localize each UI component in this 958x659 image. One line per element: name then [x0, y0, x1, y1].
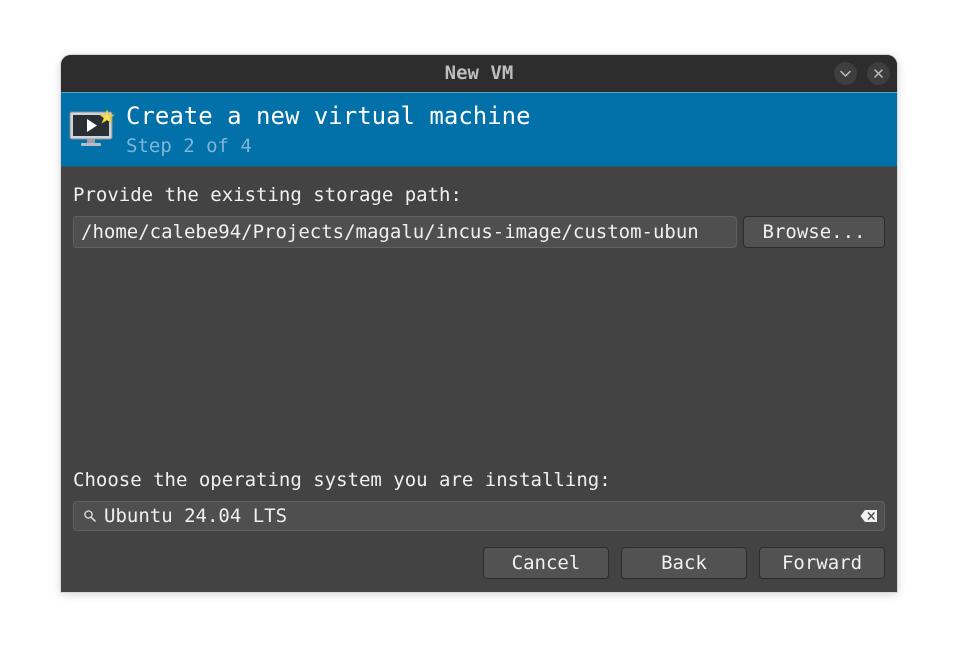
browse-button[interactable]: Browse... [743, 216, 885, 248]
cancel-button[interactable]: Cancel [483, 547, 609, 579]
back-button[interactable]: Back [621, 547, 747, 579]
forward-button[interactable]: Forward [759, 547, 885, 579]
window-title: New VM [444, 62, 514, 84]
minimize-button[interactable] [834, 62, 857, 85]
os-search-field[interactable] [73, 501, 885, 531]
wizard-header-banner: Create a new virtual machine Step 2 of 4 [61, 92, 897, 167]
os-search-input[interactable] [104, 502, 844, 530]
search-icon [84, 510, 96, 522]
wizard-title: Create a new virtual machine [126, 102, 531, 130]
close-icon [874, 69, 883, 78]
os-label: Choose the operating system you are inst… [73, 469, 611, 491]
title-bar[interactable]: New VM [61, 55, 897, 92]
storage-path-label: Provide the existing storage path: [73, 184, 462, 206]
backspace-clear-icon[interactable] [860, 508, 878, 524]
new-vm-icon [69, 109, 115, 146]
chevron-down-icon [840, 70, 851, 77]
new-vm-window: New VM Create a new virtual machine Step… [61, 55, 897, 592]
storage-path-input[interactable] [73, 216, 737, 248]
close-button[interactable] [867, 62, 890, 85]
wizard-step-indicator: Step 2 of 4 [126, 135, 252, 157]
